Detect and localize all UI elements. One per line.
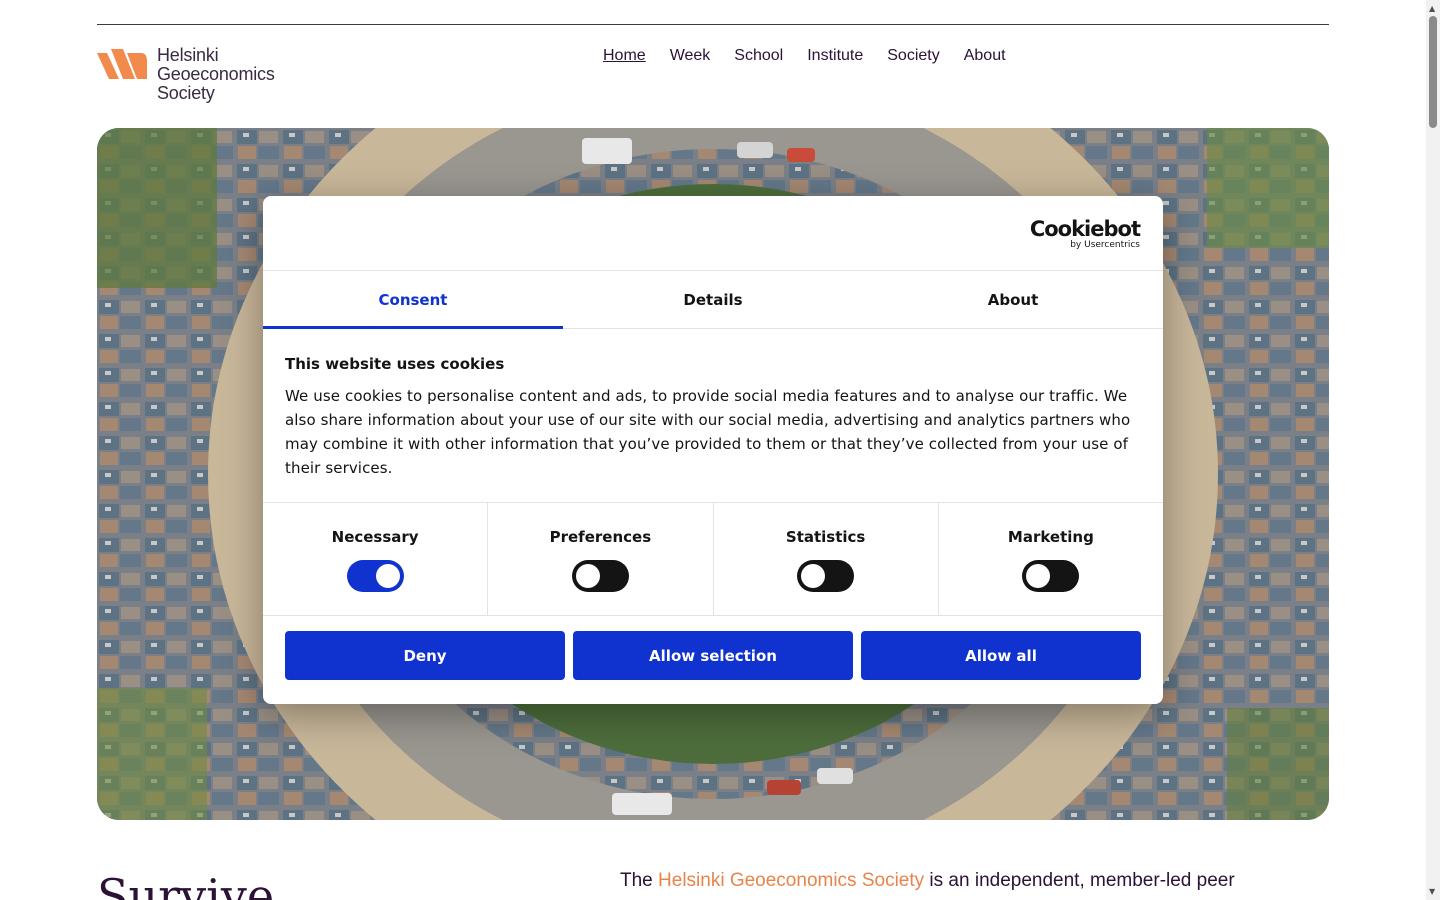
allow-all-button[interactable]: Allow all <box>861 631 1141 680</box>
logo-line-1: Helsinki <box>157 45 219 65</box>
logo-wordmark: Helsinki Geoeconomics Society <box>157 46 275 103</box>
cookie-categories: Necessary Preferences Statistics Marketi… <box>263 503 1163 616</box>
category-statistics: Statistics <box>714 503 939 615</box>
marketing-toggle[interactable] <box>1022 560 1080 592</box>
preferences-toggle[interactable] <box>571 560 629 592</box>
category-label: Marketing <box>1007 528 1094 546</box>
triangle-down-icon[interactable]: ▼ <box>1429 887 1435 896</box>
necessary-toggle[interactable] <box>346 560 404 592</box>
toggle-knob <box>801 564 826 588</box>
tab-about[interactable]: About <box>863 271 1163 328</box>
brand-sub: by Usercentrics <box>1070 240 1140 250</box>
deny-button[interactable]: Deny <box>285 631 565 680</box>
category-label: Necessary <box>331 528 419 546</box>
category-label: Preferences <box>549 528 652 546</box>
triangle-up-icon[interactable]: ▲ <box>1429 4 1435 13</box>
intro-text: The Helsinki Geoeconomics Society is an … <box>620 870 1235 892</box>
dialog-header: Cookiebot by Usercentrics <box>263 196 1163 271</box>
page-scrollbar[interactable]: ▲ ▼ <box>1426 0 1440 900</box>
top-divider <box>97 24 1329 25</box>
nav-about[interactable]: About <box>964 47 1006 65</box>
logo-line-3: Society <box>157 83 215 103</box>
site-logo[interactable]: Helsinki Geoeconomics Society <box>97 46 287 104</box>
intro-post: is an independent, member-led peer <box>924 870 1235 891</box>
nav-home[interactable]: Home <box>603 47 646 65</box>
category-necessary: Necessary <box>263 503 489 615</box>
nav-school[interactable]: School <box>734 47 783 65</box>
dialog-body: This website uses cookies We use cookies… <box>263 329 1163 503</box>
dialog-actions: Deny Allow selection Allow all <box>263 616 1163 680</box>
category-label: Statistics <box>785 528 866 546</box>
nav-week[interactable]: Week <box>670 47 711 65</box>
tab-details[interactable]: Details <box>563 271 863 328</box>
hgs-logo-mark-icon <box>97 49 147 79</box>
cookiebot-logo[interactable]: Cookiebot by Usercentrics <box>1029 217 1141 250</box>
brand-name: Cookiebot <box>1029 217 1141 241</box>
nav-society[interactable]: Society <box>887 47 939 65</box>
toggle-knob <box>575 564 600 588</box>
nav-institute[interactable]: Institute <box>807 47 863 65</box>
category-preferences: Preferences <box>488 503 714 615</box>
toggle-knob <box>1026 564 1051 588</box>
statistics-toggle[interactable] <box>797 560 855 592</box>
tab-consent[interactable]: Consent <box>263 271 563 329</box>
section-heading: Survive <box>97 869 275 900</box>
toggle-knob <box>375 564 400 588</box>
scrollbar-thumb[interactable] <box>1429 16 1437 128</box>
main-nav: Home Week School Institute Society About <box>603 47 1006 65</box>
dialog-tabs: Consent Details About <box>263 271 1163 329</box>
logo-line-2: Geoeconomics <box>157 64 275 84</box>
cookie-consent-dialog: Cookiebot by Usercentrics Consent Detail… <box>263 196 1163 704</box>
category-marketing: Marketing <box>939 503 1163 615</box>
dialog-description: We use cookies to personalise content an… <box>285 387 1131 477</box>
dialog-title: This website uses cookies <box>285 355 505 373</box>
allow-selection-button[interactable]: Allow selection <box>573 631 853 680</box>
intro-highlight-link[interactable]: Helsinki Geoeconomics Society <box>658 870 924 891</box>
intro-pre: The <box>620 870 659 891</box>
